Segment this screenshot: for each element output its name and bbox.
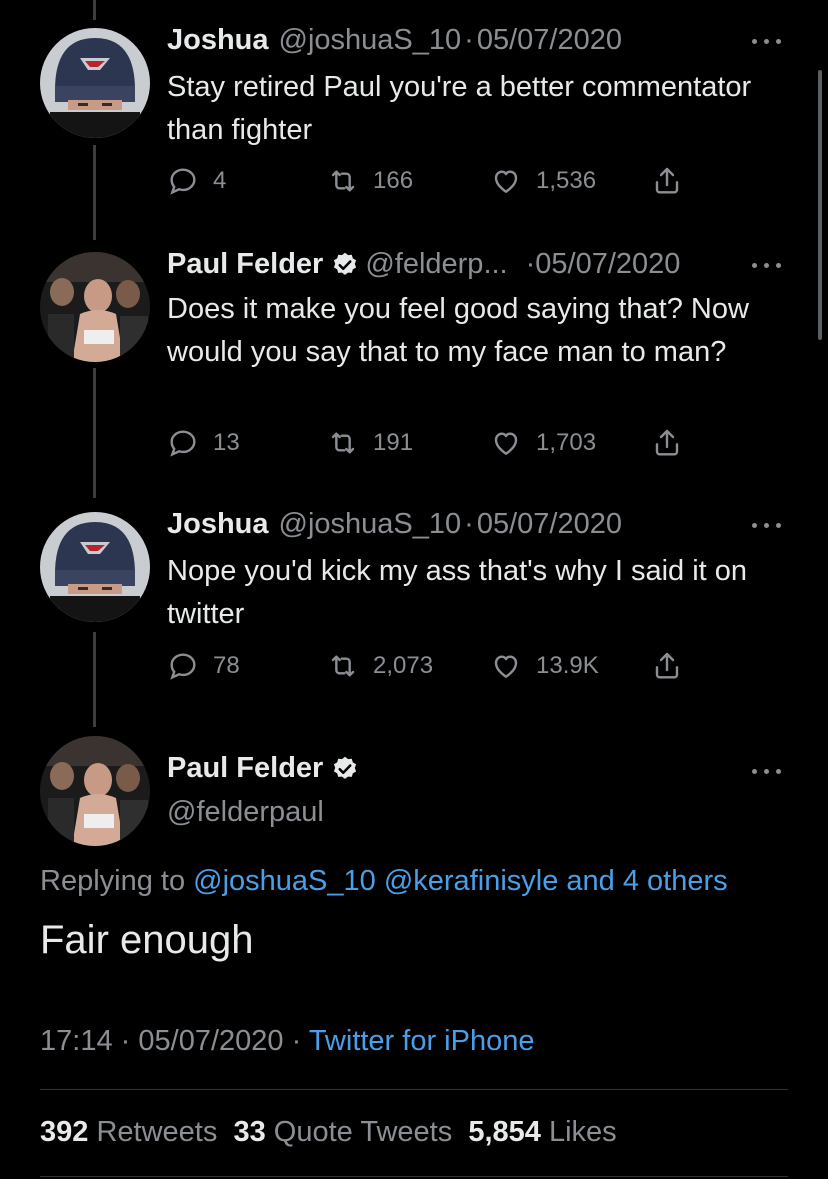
share-icon [655,167,679,194]
tweet[interactable]: Joshua @joshuaS_10 · 05/07/2020 Stay ret… [0,0,828,230]
reply-icon [170,168,196,195]
tweet-actions: 78 2,073 13.9K [167,650,697,684]
retweets-stat[interactable]: 392 Retweets [40,1116,217,1148]
tweet-actions: 4 166 1,536 [167,165,697,199]
tweet-text: Does it make you feel good saying that? … [167,293,749,368]
tweet[interactable]: Joshua @joshuaS_10 · 05/07/2020 Nope you… [0,500,828,730]
display-name-text: Paul Felder [167,752,324,784]
tweet-source-link[interactable]: Twitter for iPhone [309,1025,535,1057]
like-button[interactable]: 13.9K [490,650,599,682]
tweet-text: Fair enough [40,918,254,962]
user-handle[interactable]: @joshuaS_10 [279,508,462,541]
like-count: 1,536 [536,167,597,194]
user-handle[interactable]: @joshuaS_10 [279,24,462,57]
retweet-button[interactable]: 2,073 [327,650,433,682]
divider [40,1176,788,1177]
replying-to: Replying to @joshuaS_10 @kerafinisyle an… [40,865,728,898]
retweets-label: Retweets [96,1116,218,1148]
retweet-button[interactable]: 191 [327,427,413,459]
separator-dot: · [120,1025,131,1057]
avatar[interactable] [40,736,150,846]
tweet-meta: 17:14 · 05/07/2020 · Twitter for iPhone [40,1025,534,1058]
reply-button[interactable]: 13 [167,427,240,459]
likes-stat[interactable]: 5,854 Likes [468,1116,616,1148]
avatar[interactable] [40,512,150,622]
tweet-date[interactable]: 05/07/2020 [535,248,680,281]
verified-badge-icon [334,252,357,275]
engagement-stats: 392 Retweets 33 Quote Tweets 5,854 Likes [40,1116,617,1149]
tweet-header: Joshua @joshuaS_10 · 05/07/2020 [167,508,622,541]
tweet-header: Joshua @joshuaS_10 · 05/07/2020 [167,24,622,57]
retweet-count: 166 [373,167,414,194]
reply-count: 4 [213,167,227,194]
display-name[interactable]: Joshua [167,508,269,541]
user-handle[interactable]: @felderpaul [167,796,324,829]
likes-count: 5,854 [468,1116,541,1148]
likes-label: Likes [548,1116,617,1148]
heart-icon [494,170,518,193]
retweet-count: 2,073 [373,652,434,679]
tweet-header: Paul Felder @felderp... · 05/07/2020 [167,248,680,281]
reply-icon [170,653,196,680]
like-button[interactable]: 1,703 [490,427,596,459]
separator-dot: · [464,24,474,56]
separator-dot: · [525,248,536,280]
divider [40,1089,788,1090]
replying-mentions-link[interactable]: @joshuaS_10 @kerafinisyle and 4 others [193,865,727,897]
reply-count: 13 [213,429,240,456]
reply-button[interactable]: 4 [167,165,226,197]
retweet-icon [331,655,355,677]
retweets-count: 392 [40,1116,89,1148]
quote-tweets-label: Quote Tweets [273,1116,453,1148]
share-icon [655,652,679,679]
more-options-icon[interactable] [750,520,784,530]
share-button[interactable] [651,427,697,459]
tweet-text: Stay retired Paul you're a better commen… [167,71,752,146]
retweet-button[interactable]: 166 [327,165,413,197]
more-options-icon[interactable] [750,260,784,270]
share-icon [655,429,679,456]
tweet-date[interactable]: 05/07/2020 [477,24,622,57]
verified-badge-icon [334,756,357,779]
share-button[interactable] [651,165,697,197]
reply-icon [170,430,196,457]
like-count: 13.9K [536,652,599,679]
share-button[interactable] [651,650,697,682]
heart-icon [494,655,518,678]
retweet-icon [331,170,355,192]
display-name[interactable]: Paul Felder [167,752,365,785]
quote-tweets-stat[interactable]: 33 Quote Tweets [233,1116,452,1148]
retweet-icon [331,432,355,454]
separator-dot: · [464,508,474,540]
reply-count: 78 [213,652,240,679]
tweet-text: Nope you'd kick my ass that's why I said… [167,555,748,630]
like-count: 1,703 [536,429,597,456]
more-options-icon[interactable] [750,766,784,776]
avatar[interactable] [40,252,150,362]
replying-prefix: Replying to [40,865,194,897]
display-name[interactable]: Joshua [167,24,269,57]
quote-tweets-count: 33 [233,1116,266,1148]
like-button[interactable]: 1,536 [490,165,596,197]
retweet-count: 191 [373,429,414,456]
tweet-date[interactable]: 05/07/2020 [477,508,622,541]
reply-button[interactable]: 78 [167,650,240,682]
heart-icon [494,432,518,455]
display-name[interactable]: Paul Felder [167,248,323,281]
tweet-time[interactable]: 17:14 [40,1025,113,1057]
tweet-date[interactable]: 05/07/2020 [138,1025,283,1057]
tweet[interactable]: Paul Felder @felderp... · 05/07/2020 Doe… [0,240,828,490]
user-handle[interactable]: @felderp... [365,248,507,281]
tweet-actions: 13 191 1,703 [167,427,697,461]
avatar[interactable] [40,28,150,138]
more-options-icon[interactable] [750,36,784,46]
separator-dot: · [291,1025,302,1057]
